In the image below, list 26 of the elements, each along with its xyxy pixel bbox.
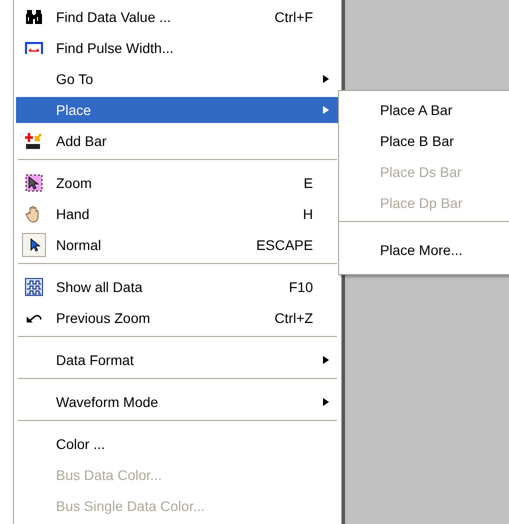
menu-item[interactable]: Hand H xyxy=(16,201,339,227)
undo-icon xyxy=(26,314,42,322)
menu-item[interactable]: Place B Bar xyxy=(339,128,509,154)
submenu-arrow-icon xyxy=(322,356,330,364)
menu-item[interactable]: Zoom E xyxy=(16,170,339,196)
binoculars-icon xyxy=(25,8,43,26)
menu-item[interactable]: Normal ESCAPE xyxy=(16,232,339,258)
menu-item[interactable]: Go To xyxy=(16,66,339,92)
pulse-width-icon xyxy=(25,39,43,57)
menu-item[interactable]: Place A Bar xyxy=(339,97,509,123)
menu-item[interactable]: Place More... xyxy=(339,237,509,263)
submenu-arrow-icon xyxy=(322,75,330,83)
add-bar-icon xyxy=(25,132,43,150)
menu-item[interactable]: Add Bar xyxy=(16,128,339,154)
menu-item[interactable]: Color ... xyxy=(16,431,339,457)
submenu-arrow-icon xyxy=(322,106,330,114)
menu-item[interactable]: Place xyxy=(16,97,339,123)
menu-item[interactable]: Data Format xyxy=(16,347,339,373)
menu-item[interactable]: Previous Zoom Ctrl+Z xyxy=(16,305,339,331)
waveform-icon xyxy=(25,278,43,296)
submenu-arrow-icon xyxy=(322,398,330,406)
menu-item[interactable]: Find Pulse Width... xyxy=(16,35,339,61)
menu-item[interactable]: Waveform Mode xyxy=(16,389,339,415)
menu-item[interactable]: Find Data Value ... Ctrl+F xyxy=(16,4,339,30)
zoom-icon xyxy=(25,174,43,192)
menu-item[interactable]: Show all Data F10 xyxy=(16,274,339,300)
